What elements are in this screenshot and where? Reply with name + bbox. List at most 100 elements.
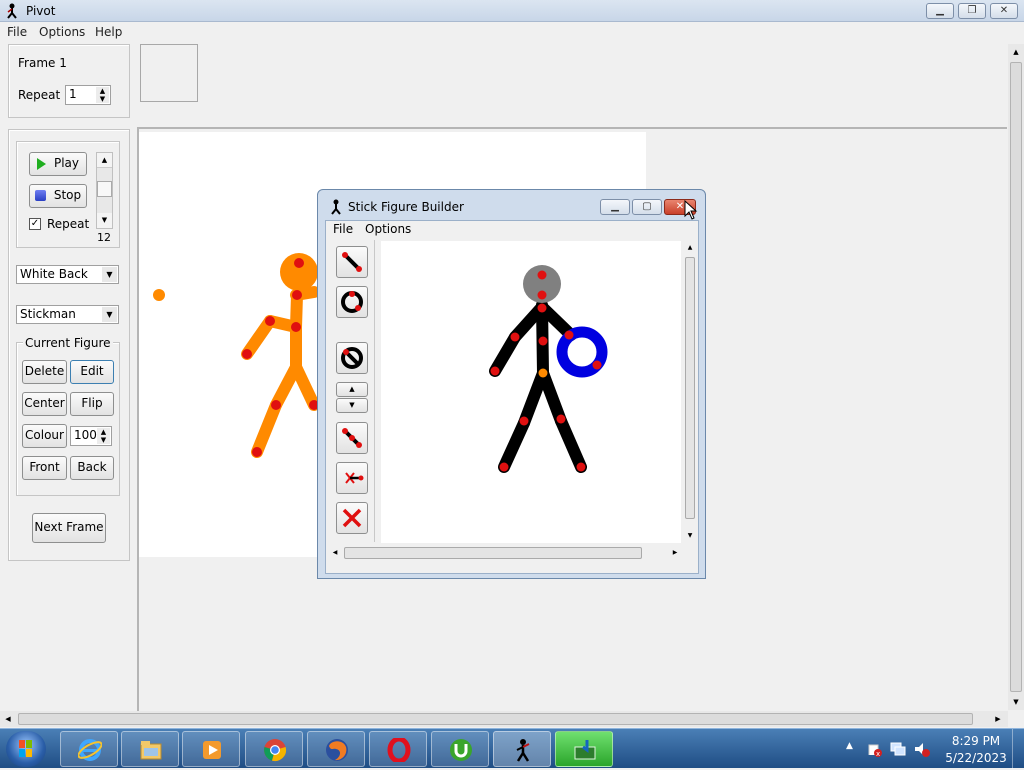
- horizontal-scroll-thumb[interactable]: [18, 713, 973, 725]
- front-button[interactable]: Front: [22, 456, 67, 480]
- volume-muted-icon[interactable]: [914, 741, 930, 757]
- menu-options[interactable]: Options: [39, 25, 85, 39]
- stick-figure-builder-window: Stick Figure Builder ▁ ▢ ✕ File Options …: [317, 189, 706, 579]
- repeat-checkbox[interactable]: ✓: [29, 218, 41, 230]
- taskbar-media-player[interactable]: [182, 731, 240, 767]
- figure-type-select[interactable]: Stickman ▼: [16, 305, 119, 324]
- main-horizontal-scrollbar[interactable]: ◀ ▶: [0, 711, 1008, 727]
- center-button[interactable]: Center: [22, 392, 67, 416]
- taskbar: ▲ x 8:29 PM 5/22/2023: [0, 728, 1024, 769]
- delete-figure-button[interactable]: Delete: [22, 360, 67, 384]
- close-button[interactable]: ✕: [990, 3, 1018, 19]
- move-down-icon[interactable]: ▼: [336, 398, 368, 413]
- next-frame-button[interactable]: Next Frame: [32, 513, 106, 543]
- background-select[interactable]: White Back ▼: [16, 265, 119, 284]
- colour-spinner[interactable]: 100 ▲ ▼: [70, 426, 112, 446]
- colour-button[interactable]: Colour: [22, 424, 67, 448]
- taskbar-download-manager[interactable]: [555, 731, 613, 767]
- spinner-arrows-icon[interactable]: ▲ ▼: [96, 87, 109, 103]
- filled-circle-icon[interactable]: [336, 342, 368, 374]
- current-figure-group: Current Figure Delete Edit Center Flip C…: [16, 336, 120, 496]
- builder-horizontal-thumb[interactable]: [344, 547, 642, 559]
- repeat-value: 1: [69, 87, 77, 101]
- main-vertical-scrollbar[interactable]: ▲ ▼: [1008, 44, 1024, 710]
- scroll-up-icon[interactable]: ▲: [1008, 44, 1024, 60]
- scroll-left-icon[interactable]: ◀: [0, 711, 16, 727]
- builder-body: File Options ▲ ▼ ▲ ▼ ◀ ▶: [325, 220, 699, 574]
- pivot-icon: [516, 739, 530, 762]
- play-icon: [36, 157, 46, 170]
- maximize-button[interactable]: ❐: [958, 3, 986, 19]
- builder-vertical-scrollbar[interactable]: ▲ ▼: [683, 241, 697, 543]
- taskbar-firefox[interactable]: [307, 731, 365, 767]
- taskbar-file-explorer[interactable]: [121, 731, 179, 767]
- frame-thumbnail[interactable]: [140, 44, 198, 102]
- scroll-down-icon[interactable]: ▼: [1008, 694, 1024, 710]
- line-segment-icon[interactable]: [336, 246, 368, 278]
- scroll-up-icon[interactable]: ▲: [683, 241, 697, 255]
- spinner-arrows-icon[interactable]: ▲ ▼: [97, 428, 110, 444]
- edit-figure-button[interactable]: Edit: [70, 360, 114, 384]
- frame-panel: Frame 1 Repeat : 1 ▲ ▼: [8, 44, 130, 118]
- builder-menu-options[interactable]: Options: [365, 222, 411, 236]
- frame-label: Frame 1: [18, 56, 67, 70]
- scroll-down-icon[interactable]: ▼: [683, 529, 697, 543]
- vertical-scroll-thumb[interactable]: [1010, 62, 1022, 692]
- taskbar-pivot[interactable]: [493, 731, 551, 767]
- colour-value: 100: [74, 428, 97, 442]
- play-label: Play: [53, 156, 80, 170]
- repeat-spinner[interactable]: 1 ▲ ▼: [65, 85, 111, 105]
- title-bar: Pivot ▁ ❐ ✕: [0, 0, 1024, 22]
- background-select-value: White Back: [20, 267, 88, 281]
- menu-file[interactable]: File: [7, 25, 27, 39]
- action-center-icon[interactable]: x: [866, 741, 882, 757]
- menu-help[interactable]: Help: [95, 25, 122, 39]
- back-button[interactable]: Back: [70, 456, 114, 480]
- taskbar-internet-explorer[interactable]: [60, 731, 118, 767]
- taskbar-opera[interactable]: [369, 731, 427, 767]
- play-button[interactable]: Play: [29, 152, 87, 176]
- repeat-label: Repeat :: [18, 88, 69, 102]
- chevron-down-icon: ▼: [102, 307, 117, 322]
- chevron-down-icon: ▼: [102, 267, 117, 282]
- taskbar-chrome[interactable]: [245, 731, 303, 767]
- scroll-up-icon[interactable]: ▲: [97, 153, 112, 168]
- builder-canvas[interactable]: [381, 241, 681, 543]
- delete-joint-icon[interactable]: [336, 462, 368, 494]
- start-button[interactable]: [6, 731, 46, 767]
- mouse-cursor-icon: [684, 200, 698, 220]
- builder-minimize-button[interactable]: ▁: [600, 199, 630, 215]
- minimize-button[interactable]: ▁: [926, 3, 954, 19]
- scroll-down-icon[interactable]: ▼: [97, 213, 112, 228]
- delete-figure-icon[interactable]: [336, 502, 368, 534]
- builder-vertical-thumb[interactable]: [685, 257, 695, 519]
- builder-horizontal-scrollbar[interactable]: ◀ ▶: [328, 545, 683, 561]
- speed-slider[interactable]: ▲ ▼: [96, 152, 113, 229]
- figure-type-select-value: Stickman: [20, 307, 76, 321]
- duplicate-segment-icon[interactable]: [336, 422, 368, 454]
- scroll-left-icon[interactable]: ◀: [328, 545, 342, 561]
- circle-segment-icon[interactable]: [336, 286, 368, 318]
- stop-icon: [34, 190, 46, 201]
- flip-button[interactable]: Flip: [70, 392, 114, 416]
- internet-explorer-icon: [78, 739, 102, 761]
- clock-date[interactable]: 5/22/2023: [944, 751, 1008, 765]
- repeat-checkbox-label: Repeat: [47, 217, 90, 231]
- builder-maximize-button[interactable]: ▢: [632, 199, 662, 215]
- stop-button[interactable]: Stop: [29, 184, 87, 208]
- speed-slider-thumb[interactable]: [97, 181, 112, 197]
- move-up-icon[interactable]: ▲: [336, 382, 368, 397]
- pivot-app-icon: [7, 3, 17, 19]
- media-player-icon: [203, 741, 221, 759]
- show-desktop-button[interactable]: [1012, 729, 1024, 769]
- stop-label: Stop: [53, 188, 82, 202]
- show-hidden-icons-icon[interactable]: ▲: [846, 741, 853, 751]
- scroll-right-icon[interactable]: ▶: [990, 711, 1006, 727]
- scroll-right-icon[interactable]: ▶: [668, 545, 682, 561]
- builder-menu-file[interactable]: File: [333, 222, 353, 236]
- clock-time[interactable]: 8:29 PM: [946, 734, 1006, 748]
- black-stick-figure[interactable]: [381, 241, 681, 543]
- taskbar-utorrent[interactable]: [431, 731, 489, 767]
- network-icon[interactable]: [890, 741, 906, 757]
- window-title: Pivot: [26, 4, 56, 18]
